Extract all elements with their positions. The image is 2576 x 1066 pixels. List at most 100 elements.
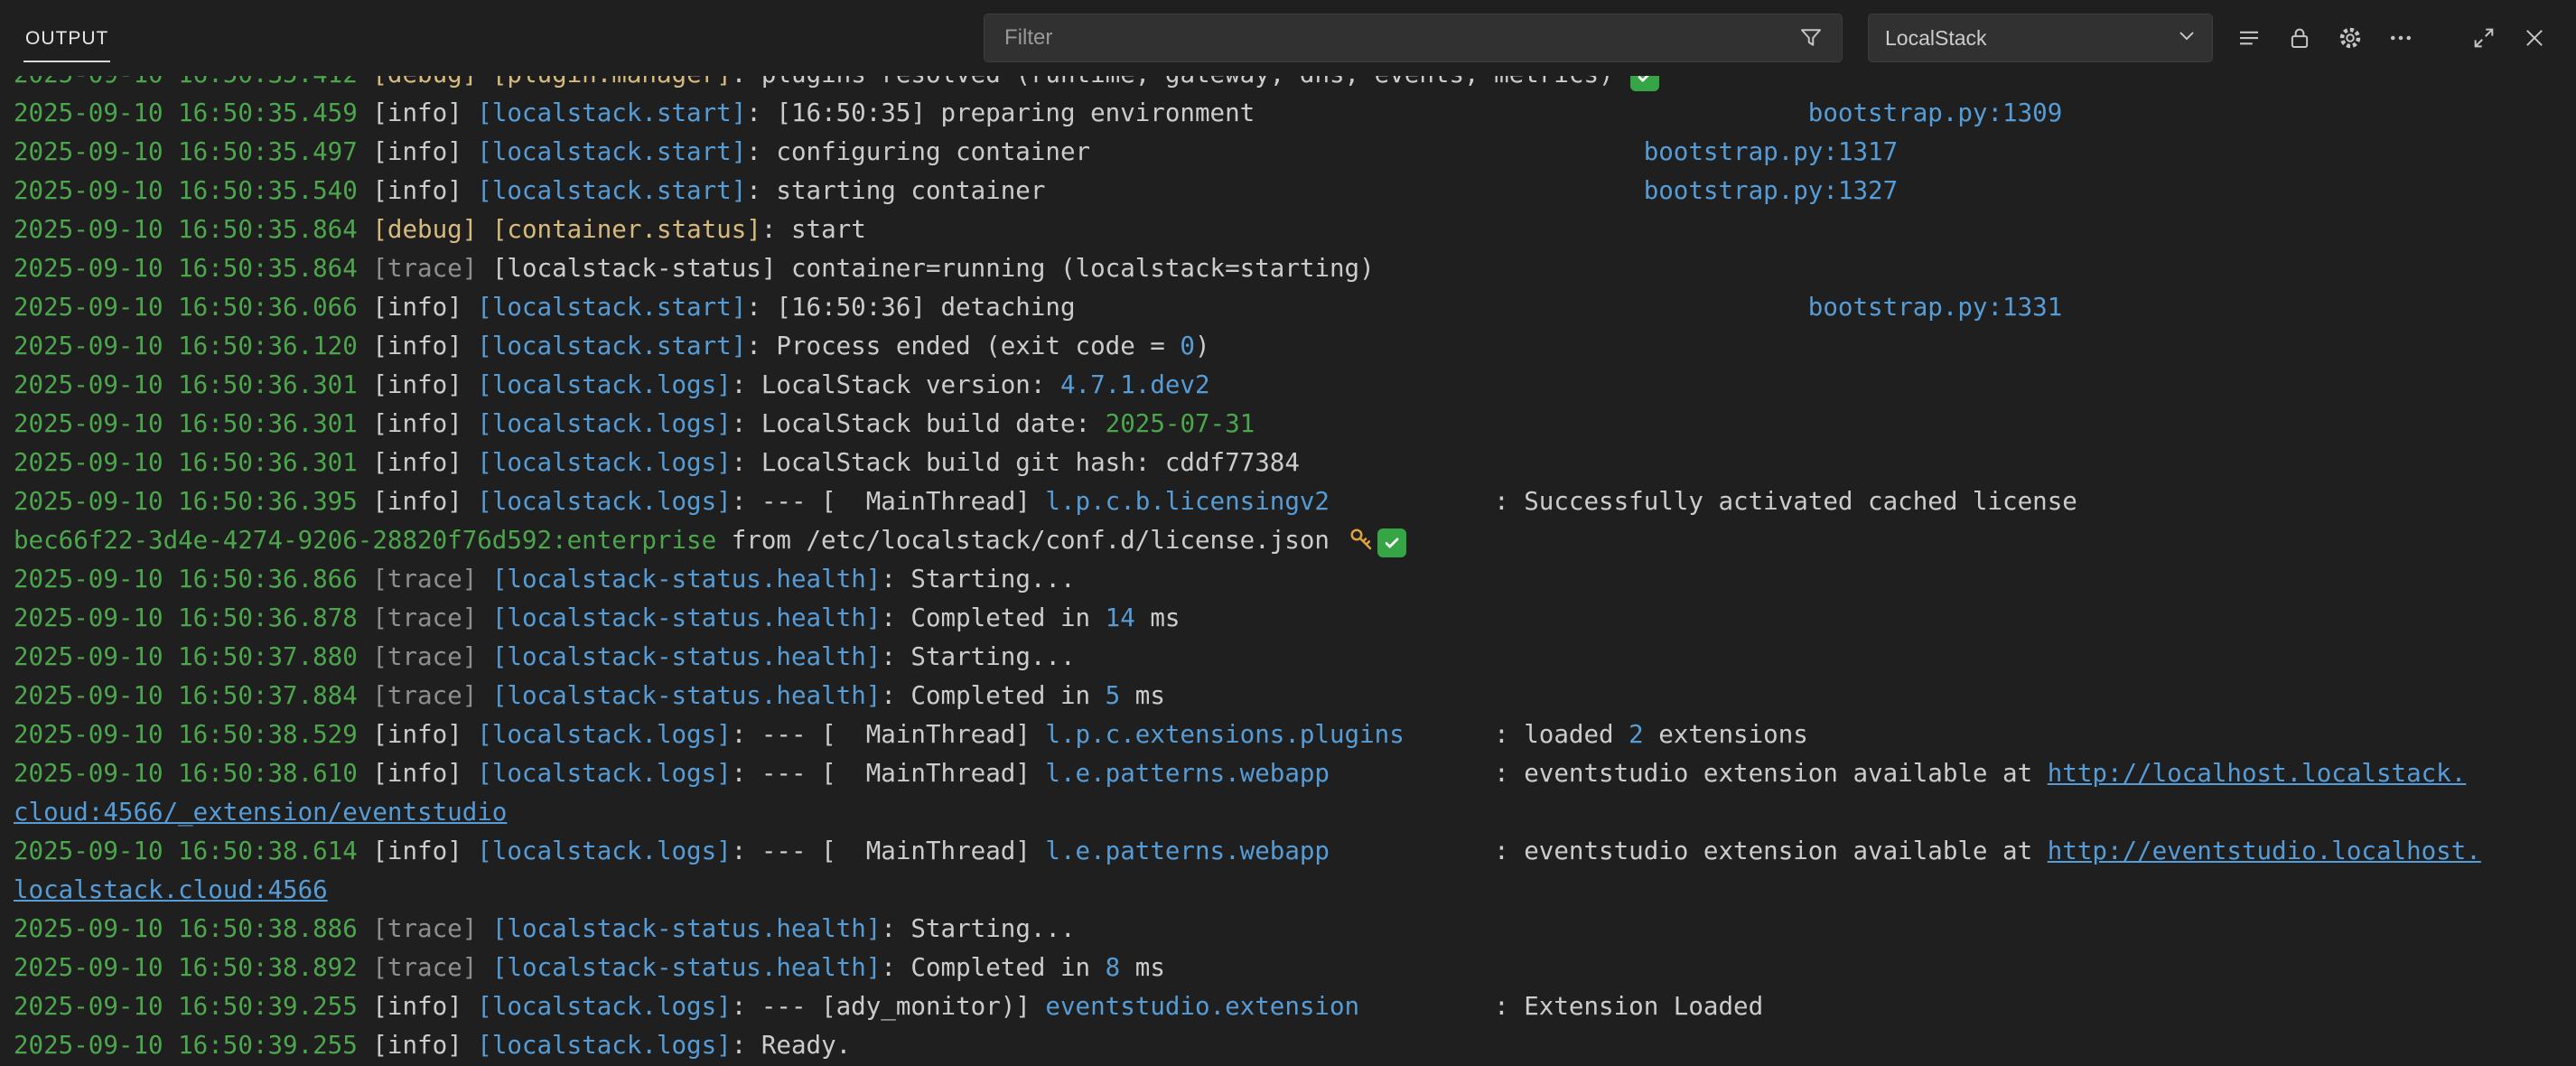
log-text: ) — [1195, 332, 1210, 360]
log-text — [358, 76, 373, 89]
log-text: [localstack-status] container=running (l… — [477, 254, 1374, 283]
log-text: 2025-09-10 16:50:38.892 — [14, 953, 358, 982]
scroll-lock-button[interactable] — [2274, 14, 2325, 61]
log-text — [358, 603, 373, 632]
log-text: [localstack.logs] — [477, 1031, 731, 1060]
log-text: : Completed in — [881, 681, 1105, 710]
log-text: [localstack.logs] — [477, 487, 731, 516]
log-text: : Starting... — [881, 642, 1075, 671]
log-text: [localstack.start] — [477, 98, 746, 127]
output-panel-header: OUTPUT LocalStack — [0, 0, 2576, 76]
log-text: 2025-07-31 — [1106, 409, 1255, 438]
log-row: 2025-09-10 16:50:35.459 [info] [localsta… — [14, 94, 2576, 133]
log-row: 2025-09-10 16:50:37.880 [trace] [localst… — [14, 638, 2576, 677]
log-text — [358, 681, 373, 710]
maximize-panel-button[interactable] — [2459, 14, 2509, 61]
log-url-link[interactable]: http://eventstudio.localhost. — [2048, 837, 2481, 865]
log-text: [info] — [358, 176, 477, 205]
log-gap — [1045, 176, 1643, 205]
log-text: [trace] — [372, 565, 477, 594]
key-icon — [1347, 525, 1376, 554]
log-text: [localstack-status.health] — [492, 565, 881, 594]
log-text: : eventstudio extension available at — [1494, 837, 2048, 865]
settings-button[interactable] — [2325, 14, 2375, 61]
log-text: 2025-09-10 16:50:39.255 — [14, 992, 358, 1021]
log-text: 2025-09-10 16:50:38.529 — [14, 720, 358, 749]
log-text: ms — [1120, 953, 1165, 982]
ellipsis-icon — [2387, 24, 2414, 51]
header-right-cluster: LocalStack — [984, 14, 2560, 62]
log-text — [358, 642, 373, 671]
filter-box[interactable] — [984, 14, 1843, 62]
log-text: [localstack-status.health] — [492, 642, 881, 671]
log-text: : LocalStack version: — [732, 370, 1060, 399]
log-text: [localstack.start] — [477, 137, 746, 166]
channel-dropdown-value: LocalStack — [1885, 26, 2174, 51]
filter-input[interactable] — [1003, 24, 1793, 51]
log-text: : Starting... — [881, 914, 1075, 943]
clear-output-icon — [2235, 24, 2263, 51]
log-text: [localstack.start] — [477, 332, 746, 360]
log-text — [358, 254, 373, 283]
source-file-link[interactable]: bootstrap.py:1331 — [1808, 293, 2062, 322]
channel-dropdown[interactable]: LocalStack — [1868, 14, 2213, 62]
clear-output-button[interactable] — [2224, 14, 2274, 61]
source-file-link[interactable]: bootstrap.py:1317 — [1644, 137, 1898, 166]
log-url-link[interactable]: localstack.cloud:4566 — [14, 875, 328, 904]
more-actions-button[interactable] — [2375, 14, 2426, 61]
log-text: 2025-09-10 16:50:36.301 — [14, 409, 358, 438]
log-text: [localstack.start] — [477, 176, 746, 205]
log-row: 2025-09-10 16:50:38.886 [trace] [localst… — [14, 910, 2576, 949]
log-text: : [16:50:35] preparing environment — [746, 98, 1255, 127]
log-text: [localstack.logs] — [477, 837, 731, 865]
check-icon — [1377, 528, 1406, 557]
log-text: : --- [ady_monitor)] — [732, 992, 1046, 1021]
log-row: 2025-09-10 16:50:38.892 [trace] [localst… — [14, 949, 2576, 987]
log-text: 2025-09-10 16:50:36.301 — [14, 448, 358, 477]
log-text: 2025-09-10 16:50:35.864 — [14, 215, 358, 244]
log-text: [localstack.logs] — [477, 759, 731, 788]
close-icon — [2522, 25, 2547, 51]
log-text: : [16:50:36] detaching — [746, 293, 1075, 322]
log-url-link[interactable]: cloud:4566/_extension/eventstudio — [14, 798, 507, 827]
log-text: 2025-09-10 16:50:37.884 — [14, 681, 358, 710]
log-row: 2025-09-10 16:50:36.066 [info] [localsta… — [14, 288, 2576, 327]
log-text: 2025-09-10 16:50:35.459 — [14, 98, 358, 127]
log-text: 2025-09-10 16:50:38.886 — [14, 914, 358, 943]
log-text: [localstack-status.health] — [492, 681, 881, 710]
log-text: : start — [761, 215, 866, 244]
panel-tab-output[interactable]: OUTPUT — [23, 23, 110, 62]
log-text: [info] — [358, 98, 477, 127]
log-text: [debug] — [372, 76, 477, 89]
close-panel-button[interactable] — [2509, 14, 2560, 61]
log-url-link[interactable]: http://localhost.localstack. — [2048, 759, 2467, 788]
log-text: [info] — [358, 720, 477, 749]
log-text: : --- [ MainThread] — [732, 759, 1046, 788]
log-text: : Extension Loaded — [1494, 992, 1763, 1021]
log-text — [358, 914, 373, 943]
filter-options-icon[interactable] — [1793, 14, 1829, 61]
log-text: [info] — [358, 137, 477, 166]
log-text: 2025-09-10 16:50:35.540 — [14, 176, 358, 205]
log-text: [trace] — [372, 254, 477, 283]
source-file-link[interactable]: bootstrap.py:1327 — [1644, 176, 1898, 205]
log-text: [trace] — [372, 914, 477, 943]
log-text: [info] — [358, 759, 477, 788]
log-text: : Starting... — [881, 565, 1075, 594]
log-text: [localstack.logs] — [477, 720, 731, 749]
source-file-link[interactable]: bootstrap.py:1309 — [1808, 98, 2062, 127]
log-text: eventstudio.extension — [1045, 992, 1359, 1021]
log-row: 2025-09-10 16:50:36.395 [info] [localsta… — [14, 482, 2576, 521]
log-text: [localstack.logs] — [477, 448, 731, 477]
log-text: : Completed in — [881, 603, 1105, 632]
log-text: extensions — [1644, 720, 1808, 749]
log-text: 2025-09-10 16:50:39.255 — [14, 1031, 358, 1060]
log-text: 8 — [1106, 953, 1121, 982]
log-text: bec66f22-3d4e-4274-9206-28820f76d592:ent… — [14, 526, 716, 555]
log-text: [info] — [358, 448, 477, 477]
log-text — [477, 565, 492, 594]
log-gap — [1330, 487, 1494, 516]
log-text: [info] — [358, 293, 477, 322]
log-text: l.p.c.extensions.plugins — [1045, 720, 1404, 749]
log-row: 2025-09-10 16:50:38.614 [info] [localsta… — [14, 832, 2576, 871]
